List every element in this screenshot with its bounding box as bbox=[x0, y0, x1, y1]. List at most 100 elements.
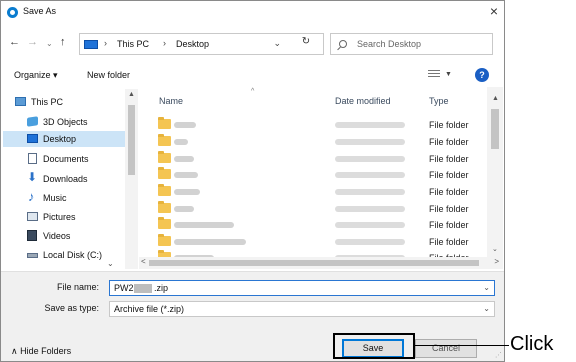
nav-pane-chevron-icon[interactable]: ⌄ bbox=[107, 259, 114, 268]
cube-icon bbox=[27, 116, 38, 127]
file-row[interactable]: File folder bbox=[139, 117, 487, 133]
redacted-name bbox=[174, 156, 194, 162]
scrollbar-thumb[interactable] bbox=[149, 260, 479, 266]
nav-item-label: Local Disk (C:) bbox=[43, 250, 103, 260]
view-options-chevron-icon[interactable]: ▼ bbox=[445, 71, 452, 78]
nav-item-desktop[interactable]: Desktop bbox=[3, 131, 126, 147]
redacted-file-name bbox=[134, 284, 152, 293]
help-icon[interactable]: ? bbox=[475, 68, 489, 82]
title-bar: Save As × bbox=[1, 1, 504, 23]
breadcrumb-separator[interactable]: › bbox=[104, 38, 107, 48]
sort-caret-icon: ^ bbox=[251, 88, 255, 95]
redacted-name bbox=[174, 172, 198, 178]
refresh-icon[interactable]: ↻ bbox=[294, 35, 318, 49]
address-dropdown-chevron-icon[interactable]: ⌄ bbox=[273, 38, 281, 49]
disk-icon bbox=[27, 253, 38, 258]
folder-icon bbox=[158, 217, 171, 229]
file-row[interactable]: File folder bbox=[139, 234, 487, 250]
picture-icon bbox=[27, 212, 38, 221]
save-as-type-chevron-icon[interactable]: ⌄ bbox=[483, 304, 490, 313]
command-bar: Organize ▾ New folder ▼ ? bbox=[1, 65, 504, 87]
nav-item-pictures[interactable]: Pictures bbox=[3, 209, 126, 225]
save-form: File name: PW2 .zip ⌄ Save as type: Arch… bbox=[1, 271, 504, 361]
back-arrow-icon[interactable]: ← bbox=[9, 35, 20, 49]
search-box[interactable]: Search Desktop bbox=[330, 33, 493, 55]
nav-item-label: Pictures bbox=[43, 212, 76, 222]
forward-arrow-icon[interactable]: → bbox=[27, 35, 38, 49]
file-name-input[interactable]: PW2 .zip ⌄ bbox=[109, 280, 495, 296]
file-row[interactable]: File folder bbox=[139, 134, 487, 150]
redacted-name bbox=[174, 189, 200, 195]
change-view-icon[interactable] bbox=[428, 70, 440, 80]
video-icon bbox=[27, 230, 37, 241]
scroll-up-icon[interactable]: ▲ bbox=[492, 95, 499, 102]
click-callout-label: Click bbox=[510, 333, 554, 355]
document-icon bbox=[28, 153, 37, 164]
file-name-dropdown-chevron-icon[interactable]: ⌄ bbox=[483, 283, 490, 292]
row-type: File folder bbox=[429, 137, 469, 147]
redacted-date bbox=[335, 139, 405, 145]
callout-line bbox=[415, 345, 509, 346]
breadcrumb-separator[interactable]: › bbox=[163, 38, 166, 48]
file-row[interactable]: File folder bbox=[139, 151, 487, 167]
file-list: Name ^ Date modified Type File folder Fi… bbox=[139, 87, 503, 269]
scroll-left-icon[interactable]: < bbox=[141, 257, 146, 266]
nav-item-music[interactable]: ♪ Music bbox=[3, 190, 126, 206]
nav-item-label: Desktop bbox=[43, 134, 77, 144]
save-as-type-value: Archive file (*.zip) bbox=[114, 304, 185, 314]
file-row[interactable]: File folder bbox=[139, 217, 487, 233]
column-header-name[interactable]: Name bbox=[159, 96, 183, 106]
file-list-horizontal-scrollbar[interactable]: < > bbox=[139, 257, 503, 269]
cancel-button[interactable]: Cancel bbox=[415, 339, 477, 358]
new-folder-button[interactable]: New folder bbox=[87, 70, 130, 80]
navigation-bar: ← → ⌄ ↑ › This PC › Desktop ⌄ ↻ Search D… bbox=[1, 31, 504, 57]
redacted-date bbox=[335, 189, 405, 195]
nav-item-documents[interactable]: Documents bbox=[3, 151, 126, 167]
file-row[interactable]: File folder bbox=[139, 201, 487, 217]
file-row[interactable]: File folder bbox=[139, 167, 487, 183]
breadcrumb-desktop[interactable]: Desktop bbox=[176, 39, 209, 49]
save-as-type-select[interactable]: Archive file (*.zip) ⌄ bbox=[109, 301, 495, 317]
organize-button[interactable]: Organize ▾ bbox=[14, 70, 58, 81]
recent-locations-chevron-icon[interactable]: ⌄ bbox=[46, 37, 53, 51]
up-arrow-icon[interactable]: ↑ bbox=[60, 35, 66, 49]
address-bar[interactable]: › This PC › Desktop ⌄ bbox=[79, 33, 324, 55]
redacted-date bbox=[335, 156, 405, 162]
column-header-date-modified[interactable]: Date modified bbox=[335, 96, 391, 106]
file-row[interactable]: File folder bbox=[139, 184, 487, 200]
scrollbar-thumb[interactable] bbox=[491, 109, 499, 149]
navigation-pane: This PC 3D Objects Desktop Documents ⬇ D… bbox=[3, 89, 138, 269]
nav-item-label: This PC bbox=[31, 97, 64, 107]
redacted-date bbox=[335, 172, 405, 178]
resize-grip-icon[interactable]: ⋰ bbox=[495, 351, 502, 359]
desktop-icon bbox=[27, 134, 38, 143]
scroll-up-icon[interactable]: ▲ bbox=[128, 91, 135, 98]
this-pc-icon bbox=[84, 40, 98, 49]
nav-item-label: Music bbox=[43, 193, 67, 203]
download-icon: ⬇ bbox=[27, 170, 38, 184]
row-type: File folder bbox=[429, 187, 469, 197]
nav-item-3d-objects[interactable]: 3D Objects bbox=[3, 114, 126, 130]
music-icon: ♪ bbox=[28, 189, 35, 204]
search-input[interactable]: Search Desktop bbox=[357, 39, 421, 49]
nav-pane-scrollbar[interactable]: ▲ bbox=[125, 89, 138, 269]
redacted-date bbox=[335, 239, 405, 245]
monitor-icon bbox=[15, 97, 26, 106]
scrollbar-thumb[interactable] bbox=[128, 105, 135, 175]
scroll-down-icon[interactable]: ⌄ bbox=[492, 245, 498, 253]
file-name-label: File name: bbox=[56, 282, 99, 292]
hide-folders-button[interactable]: ∧ Hide Folders bbox=[11, 346, 71, 357]
close-icon[interactable]: × bbox=[490, 3, 498, 19]
breadcrumb-this-pc[interactable]: This PC bbox=[117, 39, 149, 49]
nav-item-videos[interactable]: Videos bbox=[3, 228, 126, 244]
redacted-date bbox=[335, 222, 405, 228]
file-row[interactable]: File folder bbox=[139, 250, 487, 257]
nav-item-label: Documents bbox=[43, 154, 89, 164]
column-header-type[interactable]: Type bbox=[429, 96, 449, 106]
scroll-right-icon[interactable]: > bbox=[494, 257, 499, 266]
window-title: Save As bbox=[23, 6, 57, 16]
nav-item-this-pc[interactable]: This PC bbox=[3, 94, 126, 110]
folder-icon bbox=[158, 184, 171, 196]
nav-item-downloads[interactable]: ⬇ Downloads bbox=[3, 171, 126, 187]
file-list-vertical-scrollbar[interactable]: ▲ ⌄ bbox=[487, 87, 503, 257]
